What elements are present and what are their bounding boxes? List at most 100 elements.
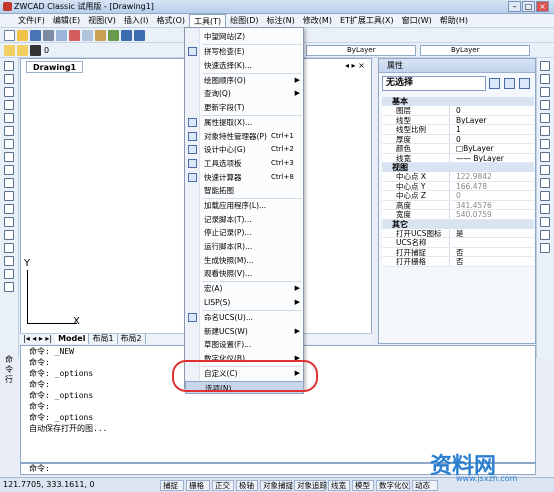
move-icon[interactable] — [540, 126, 550, 136]
status-toggle-button[interactable]: 栅格 — [186, 480, 210, 491]
menu-draw[interactable]: 绘图(D) — [226, 14, 262, 28]
rectangle-icon[interactable] — [4, 113, 14, 123]
table-icon[interactable] — [4, 269, 14, 279]
select-objects-icon[interactable] — [504, 78, 515, 89]
menu-format[interactable]: 格式(O) — [152, 14, 189, 28]
scale-icon[interactable] — [540, 152, 550, 162]
tools-menu-item[interactable]: 新建UCS(W) ▶ — [185, 325, 304, 338]
layer-manager-icon[interactable] — [4, 44, 15, 56]
tab-layout1[interactable]: 布局1 — [89, 334, 118, 344]
copy-object-icon[interactable] — [540, 74, 550, 84]
drawing-tab[interactable]: Drawing1 — [26, 61, 84, 73]
tab-layout2[interactable]: 布局2 — [118, 334, 146, 344]
tools-menu-item[interactable]: 拼写检查(E) — [185, 45, 304, 58]
tools-menu-item[interactable]: 属性提取(X)... — [185, 116, 304, 129]
break-icon[interactable] — [540, 204, 550, 214]
trim-icon[interactable] — [540, 178, 550, 188]
property-row[interactable]: 颜色 □ByLayer — [382, 144, 534, 154]
tools-menu-item[interactable]: 更新字段(T) — [185, 101, 304, 114]
property-row[interactable]: 宽度 540.0759 — [382, 210, 534, 220]
point-icon[interactable] — [4, 230, 14, 240]
tools-menu-item[interactable]: 对象特性管理器(P) Ctrl+1 — [185, 130, 304, 143]
array-icon[interactable] — [540, 113, 550, 123]
cut-icon[interactable] — [69, 29, 80, 41]
make-block-icon[interactable] — [4, 217, 14, 227]
tab-nav-icon[interactable]: |◂ ◂ ▸ ▸| — [20, 334, 55, 344]
tools-menu-item[interactable]: 命名UCS(U)... — [185, 311, 304, 324]
status-toggle-button[interactable]: 正交 — [212, 480, 234, 491]
undo-icon[interactable] — [121, 29, 132, 41]
polyline-icon[interactable] — [4, 87, 14, 97]
spline-icon[interactable] — [4, 165, 14, 175]
tools-menu-item[interactable]: 快速选择(K)... — [185, 59, 304, 72]
menu-et-tools[interactable]: ET扩展工具(X) — [336, 14, 398, 28]
paste-icon[interactable] — [95, 29, 106, 41]
linetype-select[interactable]: ByLayer — [306, 45, 416, 56]
save-icon[interactable] — [30, 29, 41, 41]
ray-icon[interactable] — [4, 74, 14, 84]
open-icon[interactable] — [17, 29, 28, 41]
tools-menu-item[interactable]: 快速计算器 Ctrl+8 — [185, 171, 304, 184]
property-row[interactable]: 线型 ByLayer — [382, 115, 534, 125]
layer-value[interactable]: 0 — [44, 46, 49, 55]
copy-icon[interactable] — [82, 29, 93, 41]
property-row[interactable]: 线宽 —— ByLayer — [382, 153, 534, 163]
tools-menu-item[interactable]: 草图设置(F)... — [185, 338, 304, 351]
quick-select-icon[interactable] — [519, 78, 530, 89]
selection-dropdown[interactable]: 无选择 — [382, 76, 486, 91]
menu-file[interactable]: 文件(F) — [14, 14, 49, 28]
toggle-pickadd-icon[interactable] — [489, 78, 500, 89]
status-toggle-button[interactable]: 捕捉 — [160, 480, 184, 491]
property-category[interactable]: 基本 — [382, 97, 534, 106]
fillet-icon[interactable] — [540, 230, 550, 240]
insert-block-icon[interactable] — [4, 204, 14, 214]
hatch-icon[interactable] — [4, 243, 14, 253]
menu-modify[interactable]: 修改(M) — [299, 14, 336, 28]
rotate-icon[interactable] — [540, 139, 550, 149]
menu-insert[interactable]: 插入(I) — [120, 14, 153, 28]
tools-menu-item[interactable]: 工具选项板 Ctrl+3 — [185, 157, 304, 170]
menu-tools[interactable]: 工具(T) — [189, 13, 227, 28]
tools-menu-item[interactable]: 加载应用程序(L)... — [185, 199, 304, 212]
tools-menu-item[interactable]: 绘图顺序(O) ▶ — [185, 74, 304, 87]
drawing-nav-arrows[interactable]: ◂ ▸ × — [345, 61, 365, 70]
property-row[interactable]: 打开栅格否 — [382, 257, 534, 267]
offset-icon[interactable] — [540, 100, 550, 110]
match-icon[interactable] — [108, 29, 119, 41]
property-row[interactable]: UCS名称 — [382, 238, 534, 248]
new-icon[interactable] — [4, 29, 15, 41]
explode-icon[interactable] — [540, 243, 550, 253]
tools-menu-item[interactable]: LISP(S) ▶ — [185, 296, 304, 309]
menu-help[interactable]: 帮助(H) — [436, 14, 472, 28]
tools-menu-item[interactable]: 停止记录(P)... — [185, 226, 304, 239]
tools-menu-item[interactable]: 记录脚本(T)... — [185, 213, 304, 226]
mtext-icon[interactable] — [4, 282, 14, 292]
property-row[interactable]: 图层 0 — [382, 106, 534, 116]
property-row[interactable]: 中心点 Y 166.478 — [382, 181, 534, 191]
property-row[interactable]: 中心点 Z0 — [382, 191, 534, 201]
menu-window[interactable]: 窗口(W) — [398, 14, 436, 28]
region-icon[interactable] — [4, 256, 14, 266]
menu-edit[interactable]: 编辑(E) — [49, 14, 84, 28]
tools-menu-item[interactable]: 观看快照(V)... — [185, 267, 304, 280]
cloud-icon[interactable] — [4, 152, 14, 162]
circle-icon[interactable] — [4, 139, 14, 149]
stretch-icon[interactable] — [540, 165, 550, 175]
tools-menu-item[interactable]: 智能拓图 — [185, 184, 304, 197]
status-toggle-button[interactable]: 数字化仪 — [376, 480, 410, 491]
polygon-icon[interactable] — [4, 100, 14, 110]
layer-state-icon[interactable] — [17, 44, 28, 56]
status-toggle-button[interactable]: 对象捕捉 — [260, 480, 293, 491]
chamfer-icon[interactable] — [540, 217, 550, 227]
tools-menu-item[interactable]: 中望网站(Z) — [185, 30, 304, 43]
status-toggle-button[interactable]: 极轴 — [236, 480, 258, 491]
property-row[interactable]: 打开UCS图标是 — [382, 228, 534, 238]
ellipse-arc-icon[interactable] — [4, 191, 14, 201]
minimize-icon[interactable]: – — [508, 1, 521, 12]
status-toggle-button[interactable]: 线宽 — [328, 480, 350, 491]
tools-menu-item[interactable]: 运行脚本(R)... — [185, 240, 304, 253]
property-row[interactable]: 高度 341.4576 — [382, 200, 534, 210]
tools-menu-item[interactable]: 查询(Q) ▶ — [185, 87, 304, 100]
arc-icon[interactable] — [4, 126, 14, 136]
extend-icon[interactable] — [540, 191, 550, 201]
